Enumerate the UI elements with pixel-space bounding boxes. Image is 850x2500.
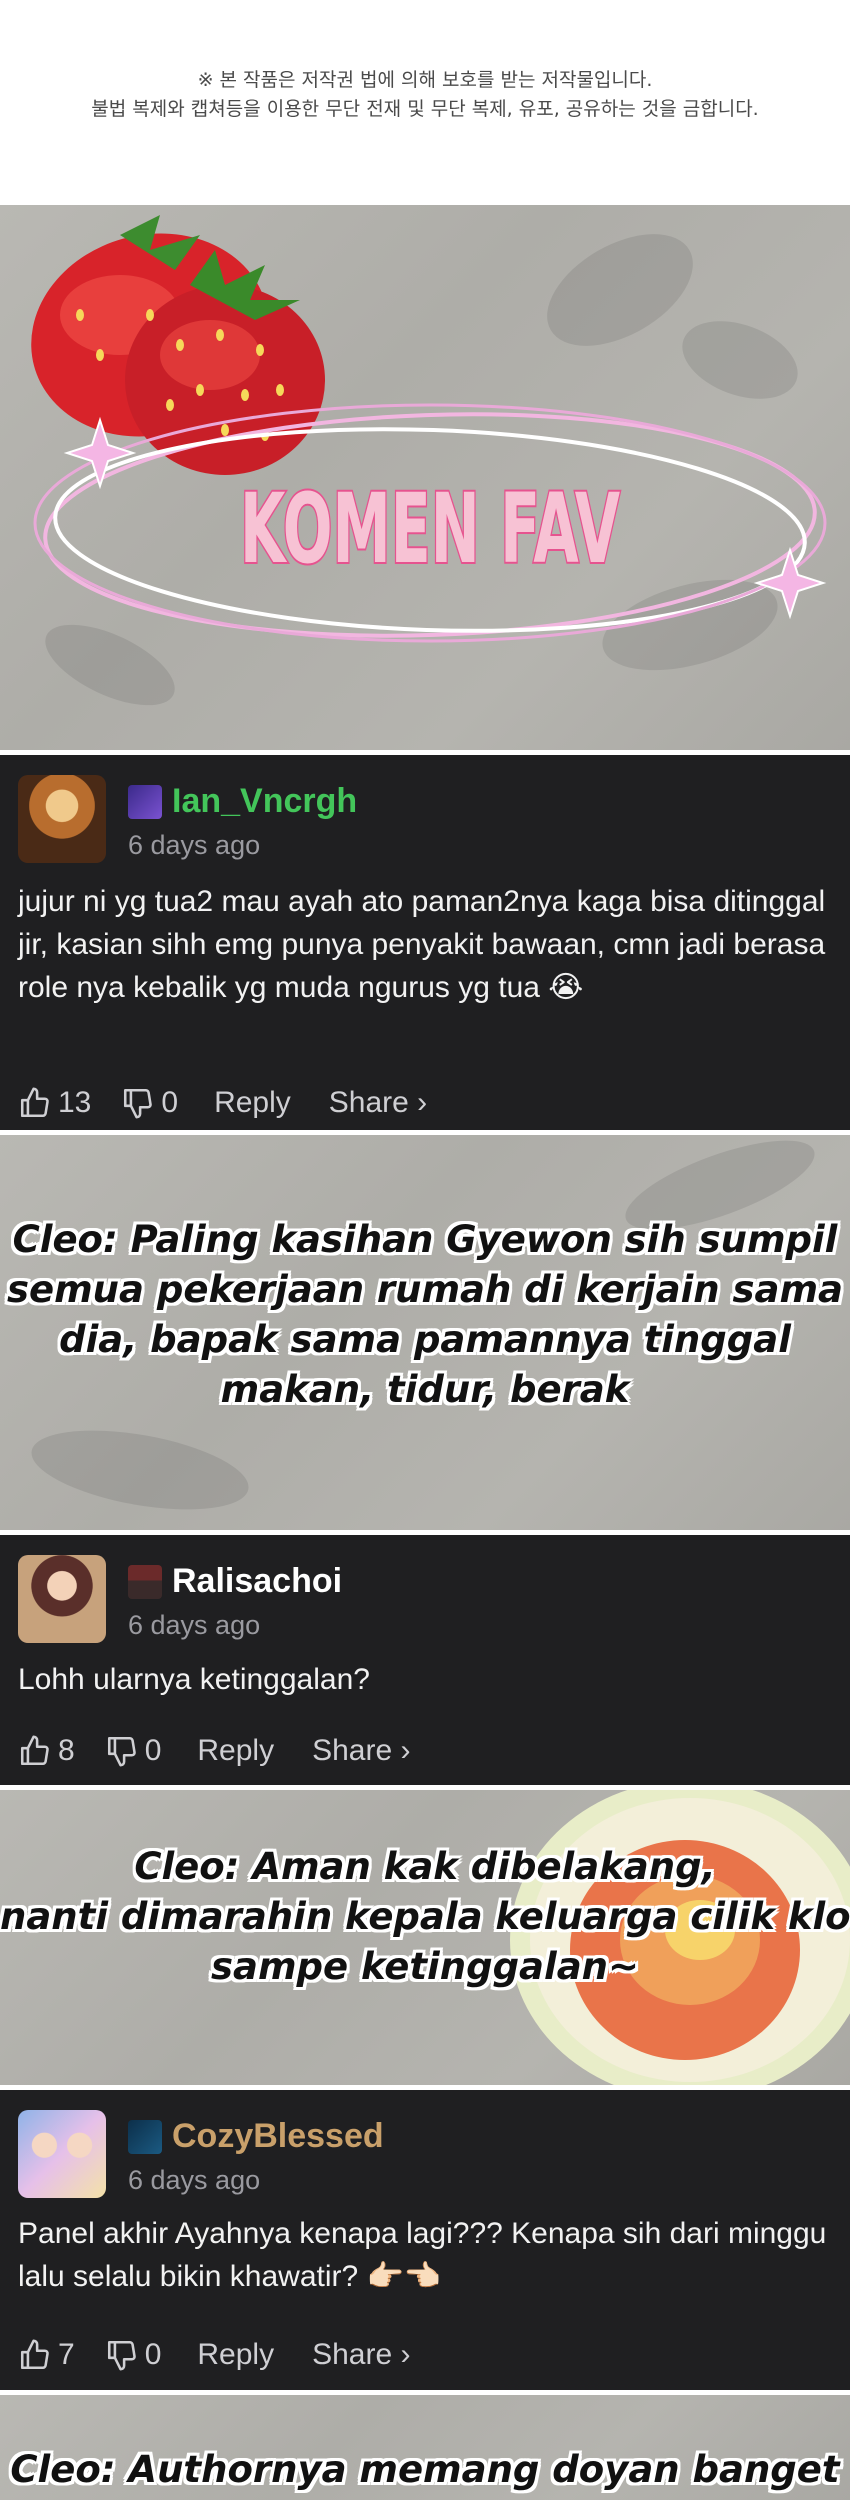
thumbs-down-icon <box>124 1088 153 1119</box>
comment-card: Ralisachoi 6 days ago Lohh ularnya ketin… <box>0 1535 850 1785</box>
like-count: 8 <box>58 1734 75 1767</box>
comment-card: Ian_Vncrgh 6 days ago jujur ni yg tua2 m… <box>0 755 850 1130</box>
reply-button[interactable]: Reply <box>197 2338 274 2372</box>
wizard-badge-icon <box>128 785 162 819</box>
dislike-button[interactable]: 0 <box>105 1734 162 1768</box>
caption-text: Cleo: Aman kak dibelakang, nanti dimarah… <box>0 1845 850 1988</box>
comment-card: CozyBlessed 6 days ago Panel akhir Ayahn… <box>0 2090 850 2390</box>
reply-button[interactable]: Reply <box>197 1734 274 1768</box>
thumbs-up-icon <box>20 2339 49 2370</box>
dislike-count: 0 <box>144 2338 162 2371</box>
avatar[interactable] <box>18 2110 106 2198</box>
dislike-count: 0 <box>144 1734 162 1767</box>
thumbs-up-icon <box>20 1735 49 1766</box>
copyright-line-2: 불법 복제와 캡쳐등을 이용한 무단 전재 및 무단 복제, 유포, 공유하는 … <box>91 98 759 120</box>
comment-text: Panel akhir Ayahnya kenapa lagi??? Kenap… <box>18 2217 827 2293</box>
username[interactable]: CozyBlessed <box>172 2116 384 2156</box>
caption-text: Cleo: Paling kasihan Gyewon sih sumpil s… <box>7 1218 843 1411</box>
thumbs-up-icon <box>20 1087 49 1118</box>
caption-panel: Cleo: Paling kasihan Gyewon sih sumpil s… <box>0 1135 850 1530</box>
share-button[interactable]: Share › <box>312 2338 410 2372</box>
thumbs-down-icon <box>107 1736 136 1767</box>
caption-panel: Cleo: Authornya memang doyan banget <box>0 2395 850 2500</box>
pixel-character-badge-icon <box>128 1565 162 1599</box>
thumbs-down-icon <box>107 2340 136 2371</box>
comment-text: Lohh ularnya ketinggalan? <box>18 1663 370 1696</box>
dislike-button[interactable]: 0 <box>105 2338 162 2372</box>
reply-button[interactable]: Reply <box>214 1086 291 1120</box>
arabic-letter-badge-icon <box>128 2120 162 2154</box>
timestamp: 6 days ago <box>128 1610 261 1640</box>
copyright-notice: ※ 본 작품은 저작권 법에 의해 보호를 받는 저작물입니다. 불법 복제와 … <box>0 0 850 205</box>
share-button[interactable]: Share › <box>329 1086 427 1120</box>
like-count: 7 <box>58 2338 75 2371</box>
caption-text: Cleo: Authornya memang doyan banget <box>10 2448 840 2491</box>
komen-fav-banner: KOMEN FAV <box>0 205 850 750</box>
share-button[interactable]: Share › <box>312 1734 410 1768</box>
like-count: 13 <box>58 1086 92 1119</box>
dislike-count: 0 <box>161 1086 179 1119</box>
caption-panel: Cleo: Aman kak dibelakang, nanti dimarah… <box>0 1790 850 2085</box>
comment-actions: 8 0 Reply Share › <box>18 1731 410 1771</box>
sparkle-icon <box>753 546 827 620</box>
username[interactable]: Ian_Vncrgh <box>172 781 357 821</box>
like-button[interactable]: 7 <box>18 2338 75 2372</box>
like-button[interactable]: 8 <box>18 1734 75 1768</box>
comment-text: jujur ni yg tua2 mau ayah ato paman2nya … <box>18 885 826 1004</box>
like-button[interactable]: 13 <box>18 1086 91 1120</box>
comment-actions: 7 0 Reply Share › <box>18 2335 410 2375</box>
comment-actions: 13 0 Reply Share › <box>18 1083 427 1123</box>
avatar[interactable] <box>18 775 106 863</box>
copyright-line-1: ※ 본 작품은 저작권 법에 의해 보호를 받는 저작물입니다. <box>197 69 653 91</box>
avatar[interactable] <box>18 1555 106 1643</box>
timestamp: 6 days ago <box>128 2165 261 2195</box>
dislike-button[interactable]: 0 <box>121 1086 178 1120</box>
username[interactable]: Ralisachoi <box>172 1561 342 1601</box>
banner-title: KOMEN FAV <box>240 473 620 585</box>
timestamp: 6 days ago <box>128 830 261 860</box>
